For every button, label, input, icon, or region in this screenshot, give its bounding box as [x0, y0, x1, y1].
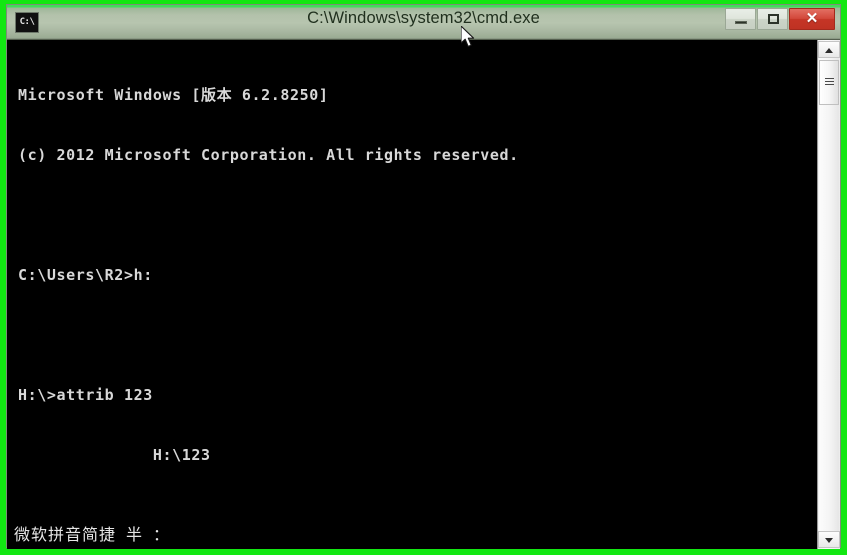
ime-name-label: 微软拼音简捷: [14, 525, 117, 544]
ime-punctuation-toggle[interactable]: ：: [153, 521, 170, 545]
close-button[interactable]: ✕: [789, 8, 835, 30]
title-bar[interactable]: C:\ C:\Windows\system32\cmd.exe ✕: [7, 5, 840, 39]
chevron-up-icon: [825, 47, 833, 53]
scroll-down-button[interactable]: [818, 531, 840, 548]
scrollbar-thumb[interactable]: [819, 60, 839, 105]
scrollbar-track[interactable]: [819, 58, 839, 531]
console-output-area[interactable]: Microsoft Windows [版本 6.2.8250] (c) 2012…: [7, 39, 840, 549]
cmd-window: C:\ C:\Windows\system32\cmd.exe ✕ Micros…: [6, 4, 841, 549]
ime-width-toggle[interactable]: 半: [126, 521, 143, 545]
maximize-icon: [768, 14, 779, 24]
vertical-scrollbar[interactable]: [817, 40, 840, 549]
chevron-down-icon: [825, 537, 833, 543]
console-line: (c) 2012 Microsoft Corporation. All righ…: [18, 146, 519, 164]
screen-capture-frame: C:\ C:\Windows\system32\cmd.exe ✕ Micros…: [0, 0, 847, 555]
scroll-up-button[interactable]: [818, 41, 840, 58]
window-title: C:\Windows\system32\cmd.exe: [307, 9, 540, 27]
grip-icon: [825, 78, 834, 87]
console-line: C:\Users\R2>h:: [18, 266, 153, 284]
close-icon: ✕: [805, 10, 819, 27]
window-controls: ✕: [724, 8, 835, 32]
console-line: H:\123: [18, 446, 211, 464]
maximize-button[interactable]: [757, 8, 788, 30]
ime-status-bar[interactable]: 微软拼音简捷 半 ：: [6, 519, 188, 547]
console-text: Microsoft Windows [版本 6.2.8250] (c) 2012…: [18, 45, 814, 549]
minimize-button[interactable]: [725, 8, 756, 30]
console-line: Microsoft Windows [版本 6.2.8250]: [18, 86, 329, 104]
console-line: H:\>attrib 123: [18, 386, 153, 404]
minimize-icon: [735, 21, 747, 24]
